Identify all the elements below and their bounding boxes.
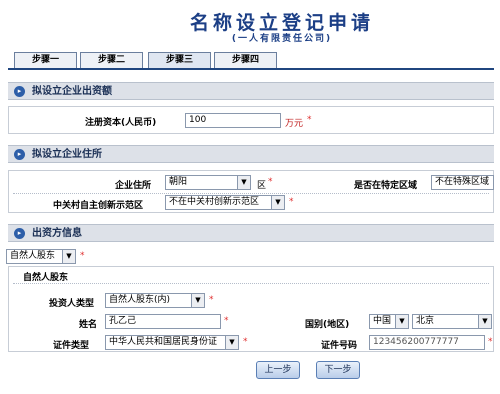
page-subtitle: (一人有限责任公司) xyxy=(231,34,333,44)
section-capital-header: ▸ 拟设立企业出资额 xyxy=(8,82,494,100)
chevron-right-icon: ▸ xyxy=(14,86,25,97)
capital-unit: 万元 xyxy=(285,119,304,129)
id-type-label: 证件类型 xyxy=(53,341,90,351)
tab-step-3[interactable]: 步骤三 xyxy=(148,52,211,68)
zgc-value: 不在中关村创新示范区 xyxy=(169,197,260,207)
section-investor-header: ▸ 出资方信息 xyxy=(8,224,494,242)
chevron-right-icon: ▸ xyxy=(14,149,25,160)
investor-type-label: 投资人类型 xyxy=(49,299,95,309)
tab-step-2[interactable]: 步骤二 xyxy=(80,52,143,68)
next-step-button[interactable]: 下一步 xyxy=(316,361,360,379)
required-mark: * xyxy=(209,295,214,305)
capital-panel: 注册资本(人民币) 100 万元 * xyxy=(8,106,494,134)
chevron-down-icon: ▼ xyxy=(271,196,284,209)
location-suffix: 区 xyxy=(257,181,267,191)
address-panel: 企业住所 朝阳 ▼ 区 * 是否在特定区域 不在特殊区域 中关村自主创新示范区 … xyxy=(8,170,494,213)
country-label: 国别(地区) xyxy=(305,320,350,330)
tab-step-4[interactable]: 步骤四 xyxy=(214,52,277,68)
chevron-down-icon: ▼ xyxy=(225,336,238,349)
required-mark: * xyxy=(80,251,85,261)
special-area-label: 是否在特定区域 xyxy=(354,181,418,191)
investor-category-select[interactable]: 自然人股东(内) ▼ xyxy=(105,293,205,308)
region-value: 北京 xyxy=(416,316,435,326)
id-number-label: 证件号码 xyxy=(321,341,358,351)
investor-group-title: 自然人股东 xyxy=(23,273,69,283)
section-capital-title: 拟设立企业出资额 xyxy=(32,86,112,97)
tab-step-1[interactable]: 步骤一 xyxy=(14,52,77,68)
section-investor-title: 出资方信息 xyxy=(32,228,82,239)
required-mark: * xyxy=(488,337,493,347)
name-label: 姓名 xyxy=(79,320,98,330)
section-address-header: ▸ 拟设立企业住所 xyxy=(8,145,494,163)
chevron-down-icon: ▼ xyxy=(237,176,250,189)
chevron-down-icon: ▼ xyxy=(191,294,204,307)
country-select[interactable]: 中国 ▼ xyxy=(369,314,409,329)
capital-label: 注册资本(人民币) xyxy=(85,118,157,128)
row-divider xyxy=(13,283,489,284)
zgc-label: 中关村自主创新示范区 xyxy=(53,201,144,211)
capital-input[interactable]: 100 xyxy=(185,113,281,128)
required-mark: * xyxy=(268,177,273,187)
chevron-down-icon: ▼ xyxy=(62,250,75,263)
location-label: 企业住所 xyxy=(115,181,152,191)
country-value: 中国 xyxy=(373,316,392,326)
step-tabs: 步骤一 步骤二 步骤三 步骤四 xyxy=(8,52,494,70)
required-mark: * xyxy=(289,197,294,207)
id-type-select[interactable]: 中华人民共和国居民身份证 ▼ xyxy=(105,335,239,350)
id-number-input[interactable]: 123456200777777 xyxy=(369,335,485,350)
special-area-field[interactable]: 不在特殊区域 xyxy=(431,175,494,190)
required-mark: * xyxy=(307,115,312,125)
required-mark: * xyxy=(243,337,248,347)
region-select[interactable]: 北京 ▼ xyxy=(412,314,492,329)
prev-step-button[interactable]: 上一步 xyxy=(256,361,300,379)
zgc-select[interactable]: 不在中关村创新示范区 ▼ xyxy=(165,195,285,210)
chevron-down-icon: ▼ xyxy=(395,315,408,328)
location-value: 朝阳 xyxy=(169,177,188,187)
required-mark: * xyxy=(224,316,229,326)
chevron-down-icon: ▼ xyxy=(478,315,491,328)
row-divider xyxy=(13,193,489,194)
id-type-value: 中华人民共和国居民身份证 xyxy=(109,337,218,347)
investor-category-value: 自然人股东(内) xyxy=(109,295,171,305)
location-select[interactable]: 朝阳 ▼ xyxy=(165,175,251,190)
section-address-title: 拟设立企业住所 xyxy=(32,149,102,160)
chevron-right-icon: ▸ xyxy=(14,228,25,239)
investor-type-select[interactable]: 自然人股东 ▼ xyxy=(6,249,76,264)
name-input[interactable]: 孔乙己 xyxy=(105,314,221,329)
investor-type-select-value: 自然人股东 xyxy=(10,251,56,261)
investor-panel: 自然人股东 投资人类型 自然人股东(内) ▼ * 姓名 孔乙己 * 国别(地区)… xyxy=(8,266,494,352)
